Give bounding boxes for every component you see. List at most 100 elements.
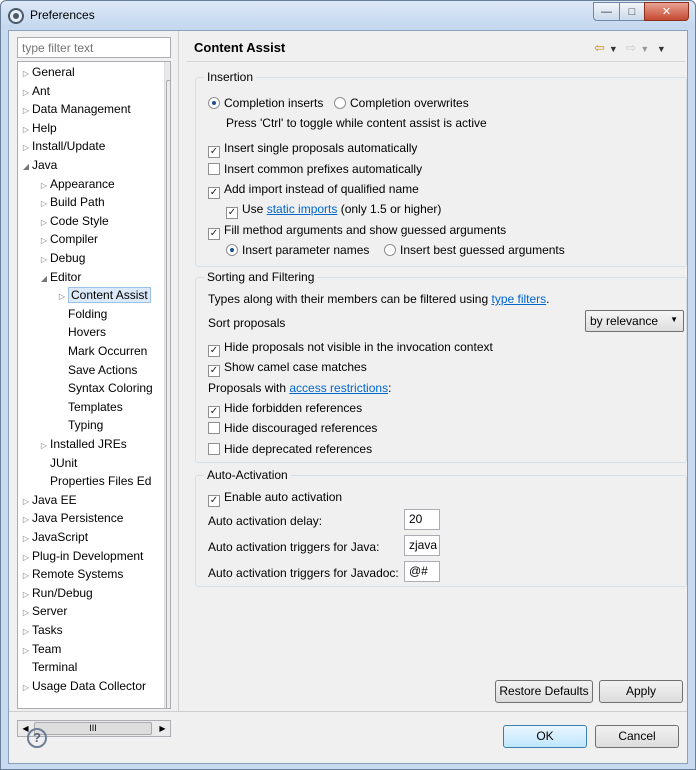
forward-menu-chevron-icon[interactable]: ▼ — [640, 44, 649, 54]
tree-item[interactable]: ▷ Debug — [38, 249, 85, 267]
filter-input[interactable] — [17, 37, 171, 58]
tree-item[interactable]: ▷ Build Path — [38, 193, 105, 211]
expanded-arrow-icon[interactable]: ◢ — [38, 270, 50, 288]
collapsed-arrow-icon[interactable]: ▷ — [20, 567, 32, 585]
use-static-imports-checkbox[interactable]: ✓ Use static imports (only 1.5 or higher) — [226, 200, 441, 219]
type-filters-link[interactable]: type filters — [491, 292, 546, 306]
insert-best-guessed-radio[interactable]: Insert best guessed arguments — [384, 241, 565, 259]
tree-item[interactable]: ▷ Appearance — [38, 175, 115, 193]
hide-discouraged-checkbox[interactable]: Hide discouraged references — [208, 419, 377, 437]
cancel-button[interactable]: Cancel — [595, 725, 679, 748]
hide-deprecated-checkbox[interactable]: Hide deprecated references — [208, 440, 372, 458]
delay-input[interactable]: 20 — [404, 509, 440, 530]
completion-overwrites-radio[interactable]: Completion overwrites — [334, 94, 469, 112]
collapsed-arrow-icon[interactable]: ▷ — [38, 437, 50, 455]
tree-item[interactable]: ▷ Usage Data Collector — [20, 677, 146, 695]
insert-common-checkbox[interactable]: Insert common prefixes automatically — [208, 160, 422, 178]
restore-defaults-button[interactable]: Restore Defaults — [495, 680, 593, 703]
tree-item[interactable]: ▷ JavaScript — [20, 528, 88, 546]
fill-method-checkbox[interactable]: ✓ Fill method arguments and show guessed … — [208, 221, 506, 240]
tree-item[interactable]: Typing — [56, 416, 103, 434]
ok-button[interactable]: OK — [503, 725, 587, 748]
tree-item[interactable]: ▷ Java EE — [20, 491, 77, 509]
collapsed-arrow-icon[interactable]: ▷ — [20, 604, 32, 622]
java-triggers-input[interactable]: zjava — [404, 535, 440, 556]
tree-item[interactable]: ▷ Code Style — [38, 212, 109, 230]
apply-button[interactable]: Apply — [599, 680, 683, 703]
tree-item[interactable]: Save Actions — [56, 361, 137, 379]
tree-item[interactable]: ▷ Content Assist — [56, 286, 151, 304]
tree-item[interactable]: ▷ General — [20, 63, 75, 81]
tree-item[interactable]: ▷ Plug-in Development — [20, 547, 143, 565]
tree-item[interactable]: Templates — [56, 398, 123, 416]
tree-item[interactable]: Mark Occurren — [56, 342, 147, 360]
horizontal-scroll-thumb[interactable]: III — [34, 722, 152, 735]
access-restrictions-link[interactable]: access restrictions — [289, 381, 388, 395]
insert-param-names-radio[interactable]: Insert parameter names — [226, 241, 369, 259]
enable-auto-activation-checkbox[interactable]: ✓ Enable auto activation — [208, 488, 342, 507]
collapsed-arrow-icon[interactable]: ▷ — [38, 195, 50, 213]
scroll-down-icon[interactable]: ▼ — [165, 694, 170, 708]
view-menu-icon[interactable]: ▼ — [657, 44, 666, 54]
minimize-button[interactable]: — — [593, 2, 620, 21]
preferences-tree[interactable]: ▷ General ▷ Ant ▷ Data Management ▷ Help ▷ Instal… — [17, 61, 171, 709]
back-menu-chevron-icon[interactable]: ▼ — [609, 44, 618, 54]
tree-item[interactable]: ▷ Help — [20, 119, 57, 137]
hide-not-visible-checkbox[interactable]: ✓ Hide proposals not visible in the invoc… — [208, 338, 493, 357]
tree-item[interactable]: Terminal — [20, 658, 77, 676]
completion-inserts-radio[interactable]: Completion inserts — [208, 94, 323, 112]
collapsed-arrow-icon[interactable]: ▷ — [38, 214, 50, 232]
tree-item[interactable]: Hovers — [56, 323, 106, 341]
collapsed-arrow-icon[interactable]: ▷ — [20, 121, 32, 139]
add-import-checkbox[interactable]: ✓ Add import instead of qualified name — [208, 180, 419, 199]
tree-item[interactable]: ▷ Team — [20, 640, 61, 658]
static-imports-link[interactable]: static imports — [267, 202, 338, 216]
collapsed-arrow-icon[interactable]: ▷ — [20, 623, 32, 641]
back-arrow-icon[interactable]: ⇦ — [594, 40, 605, 55]
tree-item[interactable]: ▷ Installed JREs — [38, 435, 127, 453]
collapsed-arrow-icon[interactable]: ▷ — [20, 65, 32, 83]
tree-item[interactable]: ◢ Editor — [38, 268, 81, 286]
collapsed-arrow-icon[interactable]: ▷ — [20, 530, 32, 548]
tree-item[interactable]: ▷ Server — [20, 602, 67, 620]
collapsed-arrow-icon[interactable]: ▷ — [38, 232, 50, 250]
javadoc-triggers-input[interactable]: @# — [404, 561, 440, 582]
tree-item[interactable]: ▷ Java Persistence — [20, 509, 123, 527]
tree-item[interactable]: Folding — [56, 305, 107, 323]
tree-item[interactable]: Syntax Coloring — [56, 379, 153, 397]
maximize-button[interactable]: □ — [619, 2, 645, 21]
scroll-up-icon[interactable]: ▲ — [165, 62, 170, 78]
tree-item[interactable]: ▷ Tasks — [20, 621, 63, 639]
collapsed-arrow-icon[interactable]: ▷ — [56, 288, 68, 306]
collapsed-arrow-icon[interactable]: ▷ — [38, 177, 50, 195]
scroll-thumb[interactable] — [166, 80, 170, 708]
hide-forbidden-checkbox[interactable]: ✓ Hide forbidden references — [208, 399, 362, 418]
tree-item[interactable]: ◢ Java — [20, 156, 57, 174]
collapsed-arrow-icon[interactable]: ▷ — [20, 679, 32, 697]
collapsed-arrow-icon[interactable]: ▷ — [38, 251, 50, 269]
tree-item[interactable]: ▷ Ant — [20, 82, 50, 100]
tree-item[interactable]: ▷ Compiler — [38, 230, 98, 248]
tree-item[interactable]: ▷ Remote Systems — [20, 565, 123, 583]
tree-item[interactable]: ▷ Install/Update — [20, 137, 105, 155]
tree-item[interactable]: ▷ Run/Debug — [20, 584, 93, 602]
close-button[interactable]: ✕ — [644, 2, 689, 21]
insert-single-checkbox[interactable]: ✓ Insert single proposals automatically — [208, 139, 417, 158]
tree-item[interactable]: JUnit — [38, 454, 77, 472]
title-bar[interactable]: Preferences — □ ✕ — [1, 1, 695, 29]
collapsed-arrow-icon[interactable]: ▷ — [20, 102, 32, 120]
camel-case-checkbox[interactable]: ✓ Show camel case matches — [208, 358, 367, 377]
scroll-right-icon[interactable]: ▶ — [155, 721, 170, 736]
collapsed-arrow-icon[interactable]: ▷ — [20, 549, 32, 567]
tree-item[interactable]: Properties Files Ed — [38, 472, 151, 490]
sort-proposals-select[interactable]: by relevance ▼ — [585, 310, 684, 332]
collapsed-arrow-icon[interactable]: ▷ — [20, 493, 32, 511]
tree-item[interactable]: ▷ Data Management — [20, 100, 131, 118]
forward-arrow-icon[interactable]: ⇨ — [625, 40, 636, 55]
collapsed-arrow-icon[interactable]: ▷ — [20, 139, 32, 157]
collapsed-arrow-icon[interactable]: ▷ — [20, 511, 32, 529]
expanded-arrow-icon[interactable]: ◢ — [20, 158, 32, 176]
collapsed-arrow-icon[interactable]: ▷ — [20, 642, 32, 660]
help-icon[interactable]: ? — [27, 728, 47, 748]
collapsed-arrow-icon[interactable]: ▷ — [20, 84, 32, 102]
